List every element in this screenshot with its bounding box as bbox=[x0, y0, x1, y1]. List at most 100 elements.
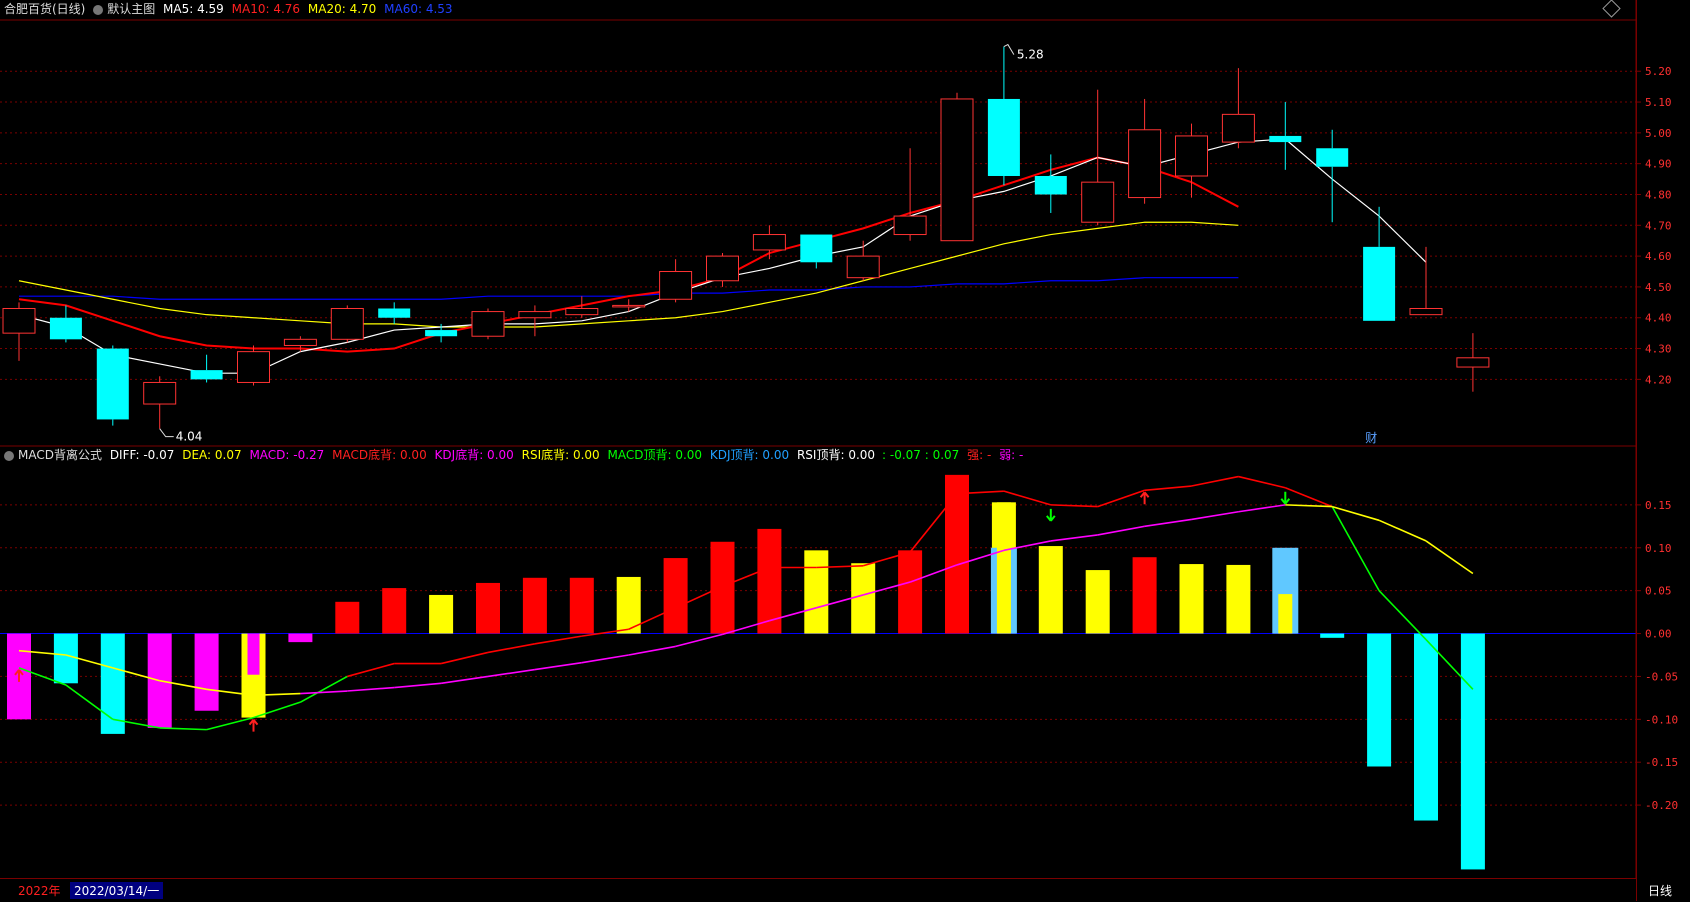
macd-bar bbox=[945, 474, 969, 634]
dea-segment bbox=[534, 661, 582, 671]
main-chart-label[interactable]: 默认主图 bbox=[107, 2, 155, 16]
macd-bar bbox=[1085, 570, 1110, 634]
macd-bar bbox=[851, 563, 876, 634]
candle-body-up bbox=[283, 338, 317, 346]
candle-body-up bbox=[659, 271, 693, 300]
indicator-menu-icon[interactable] bbox=[4, 450, 14, 461]
candle-body-up bbox=[706, 255, 739, 282]
dea-segment bbox=[628, 645, 676, 656]
dea-segment bbox=[1050, 534, 1098, 542]
up-arrow-icon bbox=[248, 718, 259, 732]
candle-body-up bbox=[1175, 135, 1208, 177]
diff-segment bbox=[347, 662, 395, 678]
ma60-value: MA60: 4.53 bbox=[384, 2, 453, 16]
macd-bar bbox=[1132, 557, 1157, 634]
candle-body-down bbox=[1363, 246, 1396, 321]
candle-body-up bbox=[518, 311, 552, 319]
candle-body-up bbox=[752, 234, 786, 251]
down-arrow-icon bbox=[1046, 508, 1056, 522]
dea-segment bbox=[1191, 510, 1239, 521]
right-axis-panel bbox=[1602, 0, 1690, 901]
macd-header: MACD背离公式 DIFF: -0.07 DEA: 0.07 MACD: -0.… bbox=[4, 446, 879, 463]
candle-body-down bbox=[1034, 175, 1067, 195]
macd-extra-header: : -0.07 : 0.07 强: - 弱: - bbox=[882, 446, 1027, 463]
diff-segment bbox=[1144, 485, 1192, 492]
macd-bar bbox=[1038, 546, 1063, 634]
macd-bar bbox=[1226, 564, 1251, 634]
dea-segment bbox=[1144, 518, 1192, 528]
candlesticks bbox=[2, 46, 1490, 429]
macd-bar bbox=[898, 550, 923, 634]
diff-segment bbox=[440, 651, 489, 665]
rsi-bottom-value: RSI底背: 0.00 bbox=[521, 448, 600, 462]
candle-body-up bbox=[471, 311, 505, 337]
strong-value: 强: - bbox=[967, 448, 992, 462]
dea-segment bbox=[1097, 525, 1145, 536]
candle-body-up bbox=[2, 307, 36, 334]
candle-body-down bbox=[378, 308, 411, 318]
candle-body-up bbox=[1081, 181, 1115, 223]
bottom-time-bar: 2022年 2022/03/14/一 bbox=[0, 878, 1636, 902]
macd-top-value: MACD顶背: 0.00 bbox=[607, 448, 703, 462]
candle-body-down bbox=[1316, 148, 1349, 167]
macd-bar bbox=[710, 541, 735, 634]
kdj-bottom-value: KDJ底背: 0.00 bbox=[434, 448, 514, 462]
kdj-top-value: KDJ顶背: 0.00 bbox=[709, 448, 790, 462]
candle-body-down bbox=[987, 98, 1020, 176]
macd-bar bbox=[1414, 633, 1438, 821]
macd-panel bbox=[7, 474, 1485, 870]
macd-extra-bar bbox=[247, 633, 260, 675]
dropdown-icon[interactable] bbox=[93, 4, 104, 15]
rsi-top-value: RSI顶背: 0.00 bbox=[796, 448, 876, 462]
candle-body-up bbox=[1409, 307, 1443, 316]
dea-segment bbox=[347, 686, 395, 692]
macd-bar bbox=[1179, 564, 1204, 634]
candle-body-down bbox=[96, 348, 129, 420]
indicator-name[interactable]: MACD背离公式 bbox=[18, 448, 102, 462]
macd-bar bbox=[53, 633, 78, 684]
macd-value: MACD: -0.27 bbox=[249, 448, 325, 462]
diff-value: DIFF: -0.07 bbox=[109, 448, 175, 462]
macd-bottom-value: MACD底背: 0.00 bbox=[332, 448, 427, 462]
high-marker bbox=[1003, 43, 1015, 55]
macd-bar bbox=[522, 577, 547, 634]
period-label[interactable]: 日线 bbox=[1648, 882, 1672, 899]
extra-green-values: : -0.07 : 0.07 bbox=[882, 448, 960, 462]
dea-segment bbox=[675, 633, 723, 648]
candle-body-up bbox=[612, 304, 646, 308]
candle-body-down bbox=[800, 234, 833, 263]
up-arrow-icon bbox=[1139, 491, 1150, 505]
weak-value: 弱: - bbox=[999, 448, 1024, 462]
candle-body-down bbox=[190, 370, 223, 380]
candle-body-up bbox=[846, 255, 880, 279]
macd-bar bbox=[569, 577, 594, 634]
macd-bar bbox=[429, 594, 454, 634]
dea-segment bbox=[487, 668, 536, 678]
macd-bar bbox=[288, 633, 313, 643]
candle-body-up bbox=[1456, 357, 1490, 368]
year-label: 2022年 bbox=[18, 884, 61, 898]
main-chart-header: 合肥百货(日线) 默认主图 MA5: 4.59 MA10: 4.76 MA20:… bbox=[4, 0, 457, 17]
diff-segment bbox=[534, 635, 582, 645]
dea-segment bbox=[1425, 540, 1474, 575]
diff-segment bbox=[1331, 506, 1380, 592]
dea-segment bbox=[440, 675, 489, 685]
candle-body-down bbox=[425, 330, 458, 337]
dea-segment bbox=[300, 690, 348, 695]
macd-bar bbox=[194, 633, 219, 711]
diff-segment bbox=[487, 643, 536, 654]
date-label[interactable]: 2022/03/14/一 bbox=[70, 882, 164, 899]
candle-body-down bbox=[1269, 135, 1302, 143]
low-marker bbox=[159, 428, 174, 438]
cai-label: 财 bbox=[1365, 431, 1377, 445]
macd-bar bbox=[335, 601, 360, 634]
diff-segment bbox=[1097, 489, 1145, 508]
stock-name[interactable]: 合肥百货(日线) bbox=[4, 2, 85, 16]
candle-body-up bbox=[330, 307, 364, 340]
diff-segment bbox=[1285, 486, 1333, 508]
candle-body-up bbox=[565, 307, 599, 316]
ma10-value: MA10: 4.76 bbox=[231, 2, 301, 16]
macd-bar-overlay bbox=[996, 502, 1011, 634]
diff-segment bbox=[1378, 590, 1427, 641]
dea-segment bbox=[1378, 519, 1427, 542]
